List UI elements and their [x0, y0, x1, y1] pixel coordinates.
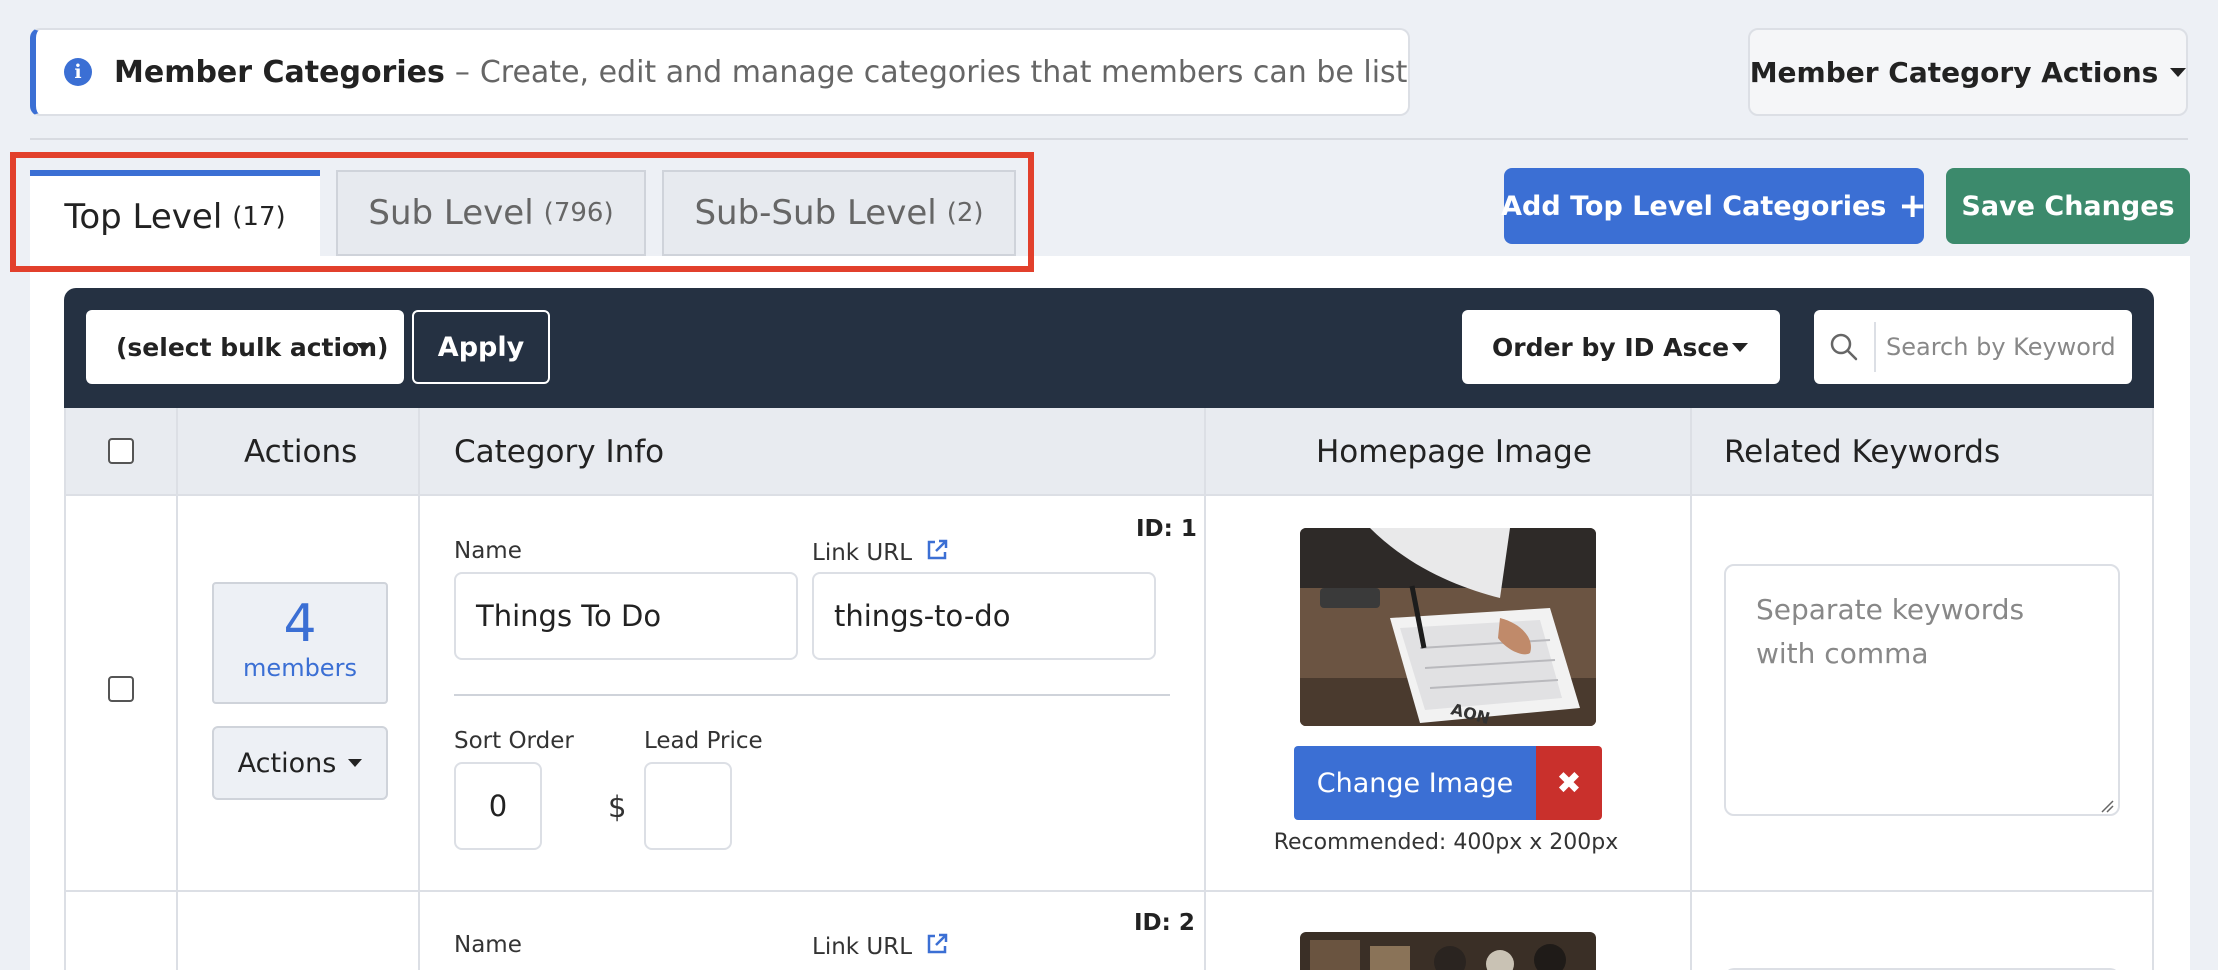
add-button-label: Add Top Level Categories — [1501, 190, 1887, 222]
title-separator: – — [454, 54, 470, 90]
lead-price-label: Lead Price — [644, 728, 763, 754]
caret-down-icon — [1732, 342, 1748, 352]
page-description: Create, edit and manage categories that … — [479, 54, 1410, 90]
apply-button[interactable]: Apply — [412, 310, 550, 384]
member-category-actions-dropdown[interactable]: Member Category Actions — [1748, 28, 2188, 116]
search-box — [1814, 310, 2132, 384]
link-url-label: Link URL — [812, 540, 913, 566]
tabs-highlight-box — [10, 152, 1034, 272]
order-by-value: Order by ID Ascending — [1492, 332, 1728, 362]
header-divider — [30, 138, 2188, 140]
table-header: Actions Category Info Homepage Image Rel… — [66, 408, 2152, 496]
link-url-label-wrap: Link URL — [812, 932, 949, 962]
sort-order-label: Sort Order — [454, 728, 574, 754]
save-changes-button[interactable]: Save Changes — [1946, 168, 2190, 244]
link-url-field[interactable]: things-to-do — [812, 572, 1156, 660]
lead-price-field[interactable] — [644, 762, 732, 850]
image-size-hint: Recommended: 400px x 200px — [1273, 830, 1619, 855]
external-link-icon[interactable] — [925, 932, 949, 962]
row-actions-dropdown[interactable]: Actions — [212, 726, 388, 800]
members-count-box[interactable]: 4 members — [212, 582, 388, 704]
caret-down-icon — [348, 759, 363, 767]
bulk-action-value: (select bulk action) — [116, 332, 389, 362]
column-header-related-keywords: Related Keywords — [1724, 434, 2001, 470]
link-url-value: things-to-do — [834, 599, 1011, 633]
sort-order-value: 0 — [488, 789, 508, 823]
plus-icon: + — [1898, 186, 1927, 226]
members-label: members — [243, 654, 357, 682]
currency-symbol: $ — [608, 790, 627, 824]
name-field[interactable]: Things To Do — [454, 572, 798, 660]
caret-down-icon — [2170, 67, 2187, 77]
sort-order-field[interactable]: 0 — [454, 762, 542, 850]
caret-down-icon — [356, 343, 372, 352]
table-toolbar: (select bulk action) Apply Order by ID A… — [64, 288, 2154, 408]
table-row: ID: 2 Name Link URL — [66, 892, 2152, 970]
categories-table: Actions Category Info Homepage Image Rel… — [64, 408, 2154, 970]
field-separator — [454, 694, 1170, 696]
homepage-image-thumbnail: AON — [1300, 528, 1596, 726]
link-url-label-wrap: Link URL — [812, 538, 949, 568]
info-icon: i — [64, 58, 92, 86]
resize-handle-icon[interactable] — [2100, 798, 2114, 817]
link-url-label: Link URL — [812, 934, 913, 960]
column-header-actions: Actions — [244, 434, 358, 470]
column-header-homepage-image: Homepage Image — [1316, 434, 1592, 470]
name-label: Name — [454, 932, 522, 958]
save-button-label: Save Changes — [1961, 190, 2175, 222]
category-id: ID: 2 — [1134, 910, 1195, 936]
page-notice: i Member Categories – Create, edit and m… — [30, 28, 1410, 116]
column-header-category-info: Category Info — [454, 434, 665, 470]
row-checkbox[interactable] — [108, 676, 134, 702]
bulk-action-select[interactable]: (select bulk action) — [86, 310, 404, 384]
search-icon — [1814, 322, 1876, 372]
member-category-actions-label: Member Category Actions — [1749, 55, 2159, 89]
table-row: 4 members Actions ID: 1 Name Things To D… — [66, 496, 2152, 892]
remove-image-button[interactable]: ✖ — [1536, 746, 1602, 820]
name-value: Things To Do — [476, 599, 662, 633]
external-link-icon[interactable] — [925, 538, 949, 568]
change-image-button[interactable]: Change Image — [1294, 746, 1536, 820]
order-by-select[interactable]: Order by ID Ascending — [1462, 310, 1780, 384]
members-count: 4 — [283, 594, 317, 654]
page-title: Member Categories — [114, 54, 445, 90]
name-label: Name — [454, 538, 522, 564]
row-actions-label: Actions — [237, 747, 337, 779]
homepage-image-thumbnail — [1300, 932, 1596, 970]
search-input[interactable] — [1886, 333, 2126, 361]
related-keywords-textarea[interactable] — [1724, 564, 2120, 816]
close-icon: ✖ — [1556, 765, 1582, 801]
category-id: ID: 1 — [1136, 516, 1197, 542]
add-top-level-categories-button[interactable]: Add Top Level Categories + — [1501, 168, 1927, 244]
select-all-checkbox[interactable] — [108, 438, 134, 464]
